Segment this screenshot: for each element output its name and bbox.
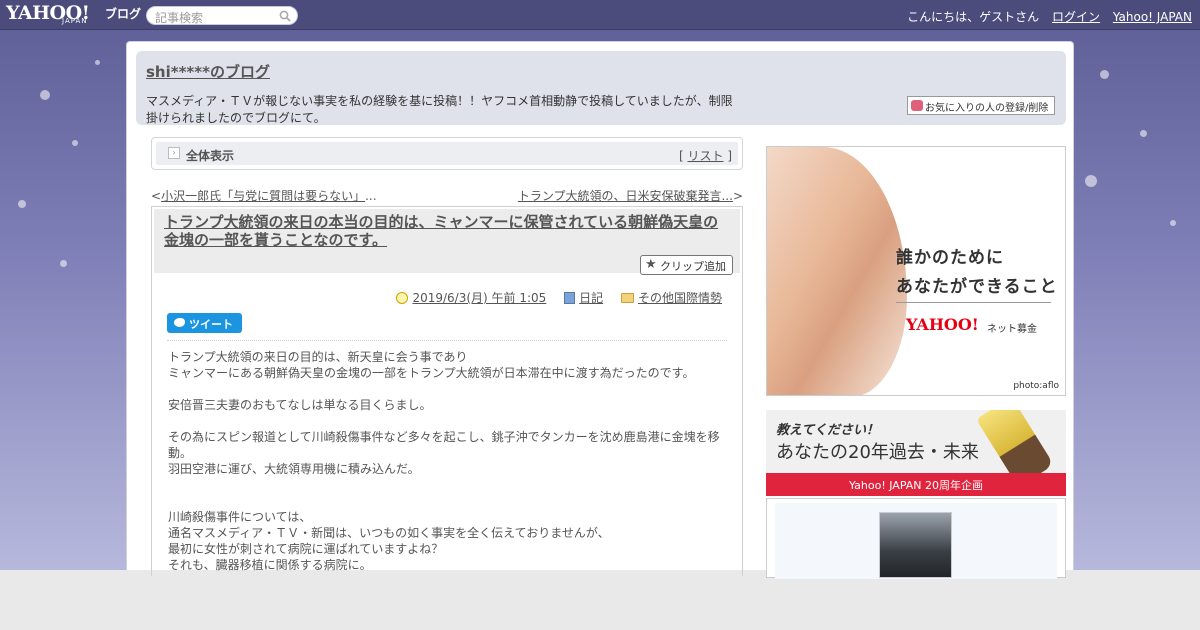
- greeting-text: こんにちは、ゲストさん: [907, 10, 1040, 24]
- body-line: [168, 477, 728, 493]
- body-line: 羽田空港に運び、大統領専用機に積み込んだ。: [168, 462, 420, 476]
- body-line: トランプ大統領の来日の目的は、新天皇に会う事であり: [168, 350, 468, 364]
- yahoo-blog-logo[interactable]: YAHOO! JAPAN ブログ: [6, 2, 142, 28]
- prev-article: <小沢一郎氏「与党に質問は要らない」...: [151, 187, 377, 204]
- folder-icon: [620, 293, 634, 303]
- prev-arrow: <: [151, 189, 162, 203]
- body-line: 最初に女性が刺されて病院に運ばれていますよね？: [168, 542, 444, 556]
- tweet-label: ツイート: [189, 318, 233, 331]
- book-icon: [564, 292, 576, 304]
- favorite-register-button[interactable]: お気に入りの人の登録/削除: [907, 96, 1055, 115]
- view-all-label: 全体表示: [186, 149, 235, 163]
- star-icon: ★: [645, 257, 657, 272]
- tweet-button[interactable]: ツイート: [167, 313, 242, 333]
- article-header: トランプ大統領の来日の本当の目的は、ミャンマーに保管されている朝鮮偽天皇の金塊の…: [154, 209, 740, 275]
- body-line: ミャンマーにある朝鮮偽天皇の金塊の一部をトランプ大統領が日本滞在中に渡す為だった…: [168, 366, 695, 380]
- bracket-close: ]: [723, 149, 732, 163]
- body-line: それも、臓器移植に関係する病院に。: [168, 558, 372, 572]
- chevron-right-icon: ›: [168, 147, 180, 159]
- twitter-bird-icon: [174, 318, 185, 327]
- yahoo-japan-link[interactable]: Yahoo! JAPAN: [1113, 10, 1192, 24]
- body-line: その為にスピン報道として川崎殺傷事件など多々を起こし、銚子沖でタンカーを沈め鹿島…: [168, 430, 720, 460]
- prev-ellipsis: ...: [365, 189, 377, 203]
- login-link[interactable]: ログイン: [1052, 10, 1100, 24]
- blog-header: shi*****のブログ マスメディア・ＴＶが報じない事実を私の経験を基に投稿！…: [136, 51, 1066, 125]
- clock-icon: [396, 292, 409, 304]
- list-view-link[interactable]: リスト: [687, 149, 723, 163]
- ad-divider: [896, 302, 1051, 303]
- article-date-link[interactable]: 2019/6/3(月) 午前 1:05: [412, 291, 546, 305]
- ad2-footer-bar: Yahoo! JAPAN 20周年企画: [766, 473, 1066, 496]
- donation-ad-banner[interactable]: 誰かのために あなたができること YAHOO! ネット募金 photo:aflo: [766, 146, 1066, 396]
- next-article: トランプ大統領の、日米安保破棄発言...>: [518, 187, 743, 204]
- top-bar: YAHOO! JAPAN ブログ 記事検索 こんにちは、ゲストさん ログイン Y…: [0, 0, 1200, 30]
- ad2-headline-1: 教えてください！: [776, 423, 879, 438]
- ad2-headline-2: あなたの20年過去・未来: [776, 442, 979, 463]
- handshake-image: [767, 147, 907, 395]
- article-title-link[interactable]: トランプ大統領の来日の本当の目的は、ミャンマーに保管されている朝鮮偽天皇の金塊の…: [164, 213, 732, 249]
- blog-container: shi*****のブログ マスメディア・ＴＶが報じない事実を私の経験を基に投稿！…: [126, 41, 1074, 579]
- logo-blog-text: ブログ: [105, 7, 142, 21]
- body-line: 安倍晋三夫妻のおもてなしは単なる目くらまし。: [168, 398, 432, 412]
- ad-headline-2: あなたができること: [896, 277, 1058, 297]
- anniversary-ad-banner[interactable]: 教えてください！ あなたの20年過去・未来 Yahoo! JAPAN 20周年企…: [766, 410, 1066, 496]
- search-icon[interactable]: [279, 10, 291, 22]
- ad-photo-credit: photo:aflo: [1013, 381, 1059, 391]
- article-body: トランプ大統領の来日の目的は、新天皇に会う事であり ミャンマーにある朝鮮偽天皇の…: [168, 349, 728, 573]
- heart-icon: [911, 100, 923, 111]
- favorite-register-label: お気に入りの人の登録/削除: [925, 103, 1049, 114]
- body-line: [168, 493, 728, 509]
- folder-link[interactable]: その他国際情勢: [638, 291, 722, 305]
- category-link[interactable]: 日記: [579, 291, 603, 305]
- next-article-link[interactable]: トランプ大統領の、日米安保破棄発言...: [518, 189, 733, 203]
- clip-add-label: クリップ追加: [660, 260, 726, 273]
- body-line: [168, 413, 728, 429]
- profile-box: [766, 498, 1066, 579]
- clip-add-button[interactable]: ★ クリップ追加: [640, 255, 733, 275]
- body-line: [168, 381, 728, 397]
- article-meta: 2019/6/3(月) 午前 1:05 日記 その他国際情勢: [382, 289, 722, 306]
- ad-headline-1: 誰かのために: [896, 248, 1004, 268]
- footer-band: [0, 570, 1200, 630]
- next-arrow: >: [732, 189, 743, 203]
- body-line: 川崎殺傷事件については、: [168, 510, 312, 524]
- top-nav: こんにちは、ゲストさん ログイン Yahoo! JAPAN: [898, 8, 1192, 25]
- blog-description: マスメディア・ＴＶが報じない事実を私の経験を基に投稿！！ヤフコメ首相動静で投稿し…: [146, 94, 733, 125]
- article: トランプ大統領の来日の本当の目的は、ミャンマーに保管されている朝鮮偽天皇の金塊の…: [151, 206, 743, 576]
- divider: [167, 340, 727, 341]
- avatar[interactable]: [879, 512, 952, 578]
- blog-title-link[interactable]: shi*****のブログ: [146, 61, 270, 82]
- logo-sub-text: JAPAN: [62, 17, 88, 25]
- view-mode-bar: › 全体表示 [ リスト ]: [151, 137, 743, 170]
- body-line: 通名マスメディア・ＴＶ・新聞は、いつもの如く事実を全く伝えておりませんが、: [168, 526, 610, 540]
- article-search-input[interactable]: 記事検索: [146, 6, 298, 25]
- ad-logo-sub: ネット募金: [987, 324, 1037, 335]
- ad-yahoo-logo: YAHOO!: [906, 315, 979, 334]
- list-view-control: [ リスト ]: [679, 147, 732, 164]
- prev-article-link[interactable]: 小沢一郎氏「与党に質問は要らない」: [161, 189, 365, 203]
- search-placeholder: 記事検索: [155, 11, 204, 25]
